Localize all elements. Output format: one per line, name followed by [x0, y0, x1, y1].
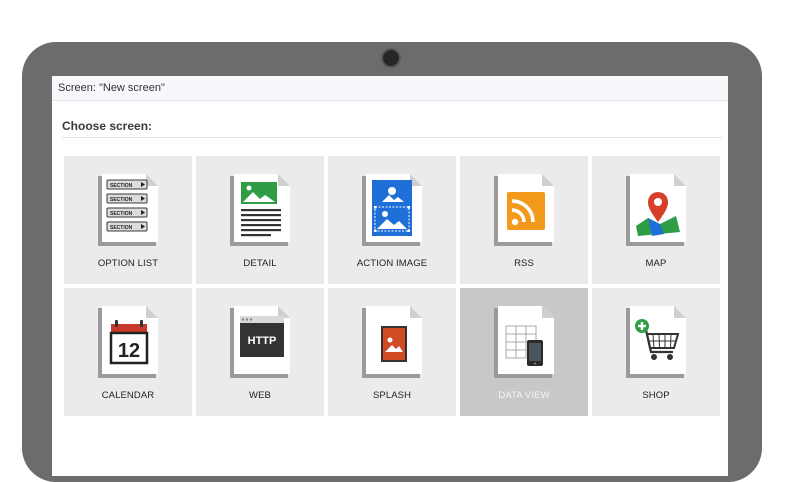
option-row-text: SECTION — [110, 225, 133, 231]
tile-calendar[interactable]: 12 CALENDAR — [64, 288, 192, 416]
tile-shop[interactable]: SHOP — [592, 288, 720, 416]
tile-option-list[interactable]: SECTION SECTION SECTION SECTION OPTION L… — [64, 156, 192, 284]
rss-icon — [494, 174, 554, 246]
web-icon: HTTP — [230, 306, 290, 378]
option-row-text: SECTION — [110, 183, 133, 189]
tile-splash[interactable]: SPLASH — [328, 288, 456, 416]
tile-web[interactable]: HTTP WEB — [196, 288, 324, 416]
tile-action-image[interactable]: ACTION IMAGE — [328, 156, 456, 284]
tile-detail[interactable]: DETAIL — [196, 156, 324, 284]
http-badge: HTTP — [248, 335, 277, 347]
tile-label: ACTION IMAGE — [356, 258, 428, 269]
map-icon — [626, 174, 686, 246]
tile-label: RSS — [514, 258, 534, 269]
splash-icon — [362, 306, 422, 378]
tile-label: SHOP — [642, 390, 670, 401]
tile-label: SPLASH — [372, 390, 412, 401]
detail-icon — [230, 174, 290, 246]
tile-data-view[interactable]: DATA VIEW — [460, 288, 588, 416]
data-view-icon — [494, 306, 554, 378]
tile-label: DETAIL — [243, 258, 277, 269]
option-row-text: SECTION — [110, 197, 133, 203]
calendar-day: 12 — [118, 340, 140, 362]
divider — [62, 137, 722, 138]
camera-icon — [383, 50, 399, 66]
app-screen: Screen: "New screen" Choose screen: SECT… — [52, 76, 728, 476]
tile-label: MAP — [645, 258, 667, 269]
option-row-text: SECTION — [110, 211, 133, 217]
tile-label: DATA VIEW — [498, 390, 550, 401]
calendar-icon: 12 — [98, 306, 158, 378]
tile-map[interactable]: MAP — [592, 156, 720, 284]
option-list-icon: SECTION SECTION SECTION SECTION — [98, 174, 158, 246]
screen-title: Screen: "New screen" — [58, 82, 165, 94]
action-image-icon — [362, 174, 422, 246]
tile-label: OPTION LIST — [97, 258, 159, 269]
tile-label: CALENDAR — [101, 390, 155, 401]
screen-type-grid: SECTION SECTION SECTION SECTION OPTION L… — [64, 156, 720, 416]
shop-icon — [626, 306, 686, 378]
screen-header: Screen: "New screen" — [52, 76, 728, 101]
tile-label: WEB — [249, 390, 271, 401]
tile-rss[interactable]: RSS — [460, 156, 588, 284]
section-title: Choose screen: — [62, 119, 153, 133]
